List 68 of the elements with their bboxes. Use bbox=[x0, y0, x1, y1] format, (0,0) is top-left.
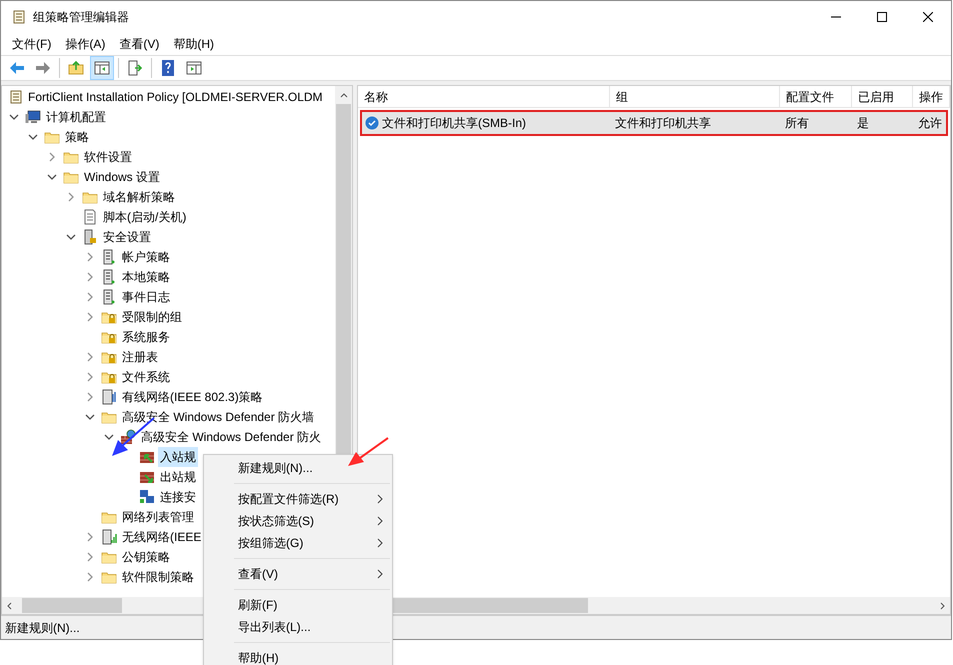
table-cell-text: 所有 bbox=[785, 115, 809, 132]
context-menu-item[interactable]: 查看(V) bbox=[204, 563, 392, 585]
context-menu-item[interactable]: 刷新(F) bbox=[204, 594, 392, 616]
context-menu-item[interactable]: 帮助(H) bbox=[204, 647, 392, 665]
menu-item[interactable]: 查看(V) bbox=[112, 35, 166, 53]
column-header[interactable]: 操作 bbox=[913, 86, 950, 107]
server-lock-icon bbox=[82, 229, 98, 245]
tree-item[interactable]: 策略 bbox=[63, 127, 91, 147]
tree-item[interactable]: 连接安 bbox=[158, 487, 198, 507]
tree-item[interactable]: 安全设置 bbox=[101, 227, 153, 247]
connected-computers-icon bbox=[139, 489, 155, 505]
scroll-document-icon bbox=[8, 89, 24, 105]
tree-item[interactable]: 受限制的组 bbox=[120, 307, 184, 327]
context-menu-item[interactable]: 按配置文件筛选(R) bbox=[204, 488, 392, 510]
tree-item[interactable]: 脚本(启动/关机) bbox=[101, 207, 188, 227]
tree-item[interactable]: 软件限制策略 bbox=[120, 567, 196, 587]
panel-toggle-icon[interactable] bbox=[90, 56, 114, 80]
tree-item[interactable]: 公钥策略 bbox=[120, 547, 172, 567]
table-cell-text: 文件和打印机共享(SMB-In) bbox=[382, 115, 526, 132]
tree-item[interactable]: 系统服务 bbox=[120, 327, 172, 347]
script-icon bbox=[82, 209, 98, 225]
tree-item[interactable]: 帐户策略 bbox=[120, 247, 172, 267]
tree-item[interactable]: 有线网络(IEEE 802.3)策略 bbox=[120, 387, 265, 407]
tree-item[interactable]: 出站规 bbox=[158, 467, 198, 487]
wireless-signal-icon bbox=[101, 529, 117, 545]
submenu-chevron-icon bbox=[376, 538, 384, 548]
annotation-arrow-icon bbox=[346, 436, 390, 468]
window-title: 组策略管理编辑器 bbox=[33, 9, 129, 26]
tree-item[interactable]: 入站规 bbox=[158, 447, 198, 467]
tree-item[interactable]: 无线网络(IEEE bbox=[120, 527, 204, 547]
table-cell-text: 允许 bbox=[918, 115, 942, 132]
server-icon bbox=[101, 249, 117, 265]
tree-item[interactable]: 高级安全 Windows Defender 防火 bbox=[139, 427, 324, 447]
tree-item[interactable]: 文件系统 bbox=[120, 367, 172, 387]
server-icon bbox=[101, 289, 117, 305]
submenu-chevron-icon bbox=[376, 569, 384, 579]
computer-icon bbox=[25, 109, 41, 125]
firewall-globe-icon bbox=[120, 429, 136, 445]
tree-item[interactable]: FortiClient Installation Policy [OLDMEI-SERVER.OLDM bbox=[28, 88, 323, 106]
column-header[interactable]: 配置文件 bbox=[780, 86, 852, 107]
context-menu-item[interactable]: 按组筛选(G) bbox=[204, 532, 392, 554]
tree-item[interactable]: 域名解析策略 bbox=[101, 187, 177, 207]
table-cell-text: 是 bbox=[857, 115, 869, 132]
column-header[interactable]: 已启用 bbox=[852, 86, 913, 107]
submenu-chevron-icon bbox=[376, 494, 384, 504]
table-cell-text: 文件和打印机共享 bbox=[615, 115, 711, 132]
scroll-document-icon bbox=[11, 9, 27, 25]
submenu-chevron-icon bbox=[376, 516, 384, 526]
tree-item[interactable]: 本地策略 bbox=[120, 267, 172, 287]
status-text: 新建规则(N)... bbox=[4, 620, 81, 636]
context-menu-item[interactable]: 导出列表(L)... bbox=[204, 616, 392, 638]
network-device-icon bbox=[101, 389, 117, 405]
column-header[interactable]: 组 bbox=[610, 86, 780, 107]
menu-item[interactable]: 操作(A) bbox=[58, 35, 112, 53]
server-icon bbox=[101, 269, 117, 285]
table-row[interactable]: 文件和打印机共享(SMB-In) 文件和打印机共享 所有 是 允许 bbox=[360, 110, 948, 136]
menu-item[interactable]: 文件(F) bbox=[5, 35, 58, 53]
context-menu-item[interactable]: 新建规则(N)... bbox=[204, 457, 392, 479]
tree-item[interactable]: 事件日志 bbox=[120, 287, 172, 307]
menu-item[interactable]: 帮助(H) bbox=[166, 35, 221, 53]
tree-item[interactable]: 计算机配置 bbox=[44, 107, 108, 127]
tree-item[interactable]: 网络列表管理 bbox=[120, 507, 196, 527]
tree-item[interactable]: 注册表 bbox=[120, 347, 160, 367]
tree-item[interactable]: 软件设置 bbox=[82, 147, 134, 167]
column-header[interactable]: 名称 bbox=[358, 86, 610, 107]
tree-item[interactable]: Windows 设置 bbox=[82, 167, 162, 187]
check-badge-icon bbox=[365, 116, 379, 130]
context-menu-item[interactable]: 按状态筛选(S) bbox=[204, 510, 392, 532]
